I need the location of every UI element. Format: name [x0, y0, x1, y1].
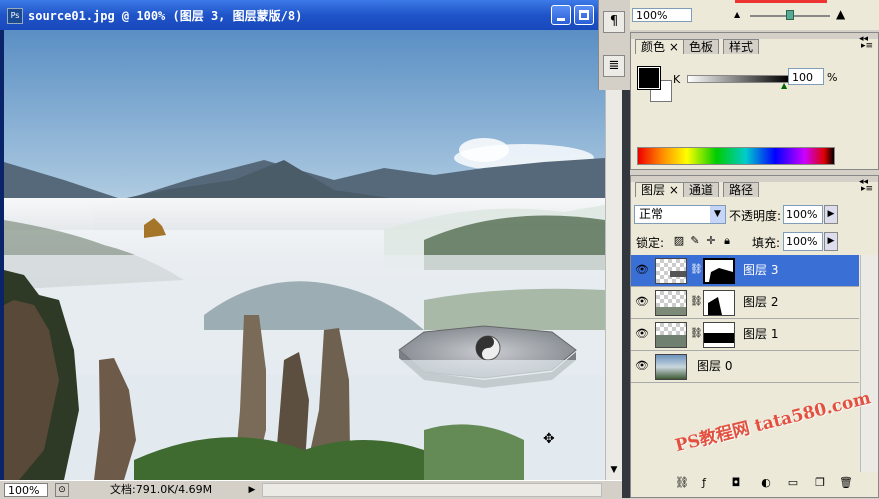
- opacity-input[interactable]: 100%: [783, 205, 823, 224]
- tab-close-icon[interactable]: ×: [669, 40, 679, 54]
- link-chain-icon[interactable]: ⛓︎: [690, 263, 703, 277]
- layer-thumbnail[interactable]: [655, 290, 687, 316]
- adjustment-layer-icon[interactable]: ◐: [759, 476, 773, 490]
- lock-position-icon[interactable]: ✛: [705, 234, 717, 248]
- lock-all-icon[interactable]: 🔒︎: [721, 234, 733, 248]
- minimize-button[interactable]: [551, 5, 571, 25]
- visibility-eye-icon[interactable]: 👁︎: [635, 295, 649, 309]
- k-channel-slider[interactable]: [687, 75, 789, 83]
- landscape-image: [4, 30, 605, 480]
- layer-row-layer0[interactable]: 👁︎ 图层 0: [631, 351, 859, 383]
- tab-close-icon[interactable]: ×: [669, 183, 679, 197]
- vertical-scrollbar[interactable]: ▼: [605, 30, 623, 480]
- new-layer-icon[interactable]: ❐: [813, 476, 827, 490]
- navigator-panel: 100% ▲ ▲: [630, 0, 879, 30]
- workspace-background: [622, 90, 630, 498]
- photoshop-icon: Ps: [7, 8, 23, 24]
- panel-menu-icon[interactable]: ▸≡: [861, 41, 875, 51]
- layer-mask-thumbnail[interactable]: [703, 290, 735, 316]
- panel-menu-icon[interactable]: ▸≡: [861, 184, 875, 194]
- navigator-view-box: [735, 0, 827, 3]
- visibility-eye-icon[interactable]: 👁︎: [635, 263, 649, 277]
- horizontal-scrollbar[interactable]: [262, 483, 602, 497]
- opacity-slider-arrow-icon[interactable]: ▶: [824, 205, 838, 224]
- color-ramp[interactable]: [637, 147, 835, 165]
- blend-mode-select[interactable]: 正常 ▼: [634, 205, 726, 224]
- document-size-info: 文档:791.0K/4.69M: [110, 483, 213, 496]
- link-chain-icon[interactable]: ⛓︎: [690, 295, 703, 309]
- document-title: source01.jpg @ 100% (图层 3, 图层蒙版/8): [28, 9, 303, 23]
- minimize-icon: [557, 18, 565, 21]
- fill-label: 填充:: [752, 236, 781, 250]
- percent-label: %: [827, 71, 838, 84]
- notes-icon[interactable]: ≣: [603, 55, 625, 77]
- layers-scrollbar[interactable]: [860, 255, 878, 477]
- status-info-icon[interactable]: ⊙: [55, 483, 69, 497]
- document-window: Ps source01.jpg @ 100% (图层 3, 图层蒙版/8) ▼ …: [0, 0, 623, 499]
- tab-paths[interactable]: 路径: [723, 182, 760, 197]
- panel-dock-strip: ¶ ≣: [598, 0, 629, 90]
- layer-name[interactable]: 图层 0: [697, 359, 732, 373]
- chevron-down-icon[interactable]: ▼: [710, 206, 725, 223]
- layer-name[interactable]: 图层 1: [743, 327, 778, 341]
- tab-swatches[interactable]: 色板: [683, 39, 720, 54]
- k-value-input[interactable]: 100: [788, 68, 824, 85]
- fill-input[interactable]: 100%: [783, 232, 823, 251]
- opacity-label: 不透明度:: [729, 209, 782, 223]
- layer-row-layer3[interactable]: 👁︎ ⛓︎ 图层 3: [631, 255, 859, 287]
- status-bar: 100% ⊙ 文档:791.0K/4.69M ▶: [0, 480, 622, 499]
- zoom-field[interactable]: 100%: [4, 483, 48, 497]
- slider-thumb-icon[interactable]: ▲: [781, 81, 787, 90]
- maximize-button[interactable]: [574, 5, 594, 25]
- new-group-icon[interactable]: ▭: [786, 476, 800, 490]
- layer-thumbnail[interactable]: [655, 258, 687, 284]
- zoom-in-icon[interactable]: ▲: [836, 7, 845, 21]
- maximize-icon: [579, 10, 589, 20]
- lock-label: 锁定:: [636, 236, 665, 250]
- navigator-zoom-field[interactable]: 100%: [632, 8, 692, 22]
- lock-transparency-icon[interactable]: ▨: [673, 234, 685, 248]
- layer-name[interactable]: 图层 2: [743, 295, 778, 309]
- image-canvas[interactable]: [4, 30, 605, 480]
- layer-row-layer2[interactable]: 👁︎ ⛓︎ 图层 2: [631, 287, 859, 319]
- fill-slider-arrow-icon[interactable]: ▶: [824, 232, 838, 251]
- zoom-out-icon[interactable]: ▲: [734, 10, 740, 19]
- tab-layers[interactable]: 图层 ×: [635, 182, 685, 197]
- paragraph-icon[interactable]: ¶: [603, 11, 625, 33]
- status-menu-arrow-icon[interactable]: ▶: [246, 483, 258, 497]
- tab-channels[interactable]: 通道: [683, 182, 720, 197]
- foreground-color-swatch[interactable]: [637, 66, 661, 90]
- delete-layer-icon[interactable]: 🗑︎: [839, 476, 853, 490]
- lock-pixels-icon[interactable]: ✎: [689, 234, 701, 248]
- layer-thumbnail[interactable]: [655, 322, 687, 348]
- layer-mask-thumbnail[interactable]: [703, 322, 735, 348]
- tab-styles[interactable]: 样式: [723, 39, 760, 54]
- channel-label: K: [673, 73, 681, 86]
- layer-name[interactable]: 图层 3: [743, 263, 778, 277]
- add-mask-icon[interactable]: ◘: [729, 476, 743, 490]
- layer-style-icon[interactable]: ƒ: [697, 476, 711, 490]
- link-chain-icon[interactable]: ⛓︎: [690, 327, 703, 341]
- layers-panel: ◂◂ 图层 × 通道 路径 ▸≡ 正常 ▼ 不透明度: 100% ▶ 锁定: ▨…: [630, 175, 879, 498]
- layers-toolbar: ⛓︎ ƒ ◘ ◐ ▭ ❐ 🗑︎: [631, 472, 878, 496]
- document-titlebar[interactable]: Ps source01.jpg @ 100% (图层 3, 图层蒙版/8): [0, 0, 598, 30]
- scroll-down-icon[interactable]: ▼: [608, 464, 620, 476]
- blend-mode-value: 正常: [639, 207, 664, 221]
- layer-thumbnail[interactable]: [655, 354, 687, 380]
- layer-mask-thumbnail[interactable]: [703, 258, 735, 284]
- link-layers-icon[interactable]: ⛓︎: [675, 476, 689, 490]
- color-panel: ◂◂ 颜色 × 色板 样式 ▸≡ K ▲ 100 %: [630, 32, 879, 170]
- tab-color[interactable]: 颜色 ×: [635, 39, 685, 54]
- visibility-eye-icon[interactable]: 👁︎: [635, 359, 649, 373]
- visibility-eye-icon[interactable]: 👁︎: [635, 327, 649, 341]
- zoom-slider-thumb[interactable]: [786, 10, 794, 20]
- move-cursor-icon: ✥: [543, 431, 555, 447]
- layer-row-layer1[interactable]: 👁︎ ⛓︎ 图层 1: [631, 319, 859, 351]
